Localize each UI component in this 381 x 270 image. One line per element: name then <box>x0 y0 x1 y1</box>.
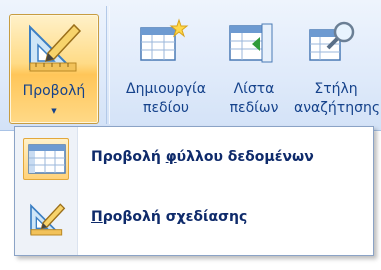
menu-item-icon-box <box>23 198 69 240</box>
ribbon: Προβολή ▼ Δημιουργία πεδίου Λίστα πεδίων… <box>0 0 381 131</box>
view-button[interactable]: Προβολή ▼ <box>9 14 99 124</box>
field-list-label-line1: Λίστα <box>233 81 275 97</box>
group-divider-highlight <box>109 6 110 124</box>
accelerator-key: φ <box>165 149 177 165</box>
accelerator-key: Π <box>91 209 103 225</box>
lookup-column-button[interactable]: Στήλη αναζήτησης <box>292 14 381 124</box>
datasheet-view-icon <box>28 144 66 174</box>
new-field-icon <box>140 18 189 61</box>
label-prefix: Προβολή <box>91 149 166 165</box>
field-list-icon <box>229 23 273 63</box>
label-rest: ύλλου δεδομένων <box>176 149 314 165</box>
lookup-column-label-line1: Στήλη <box>314 81 358 97</box>
field-list-label: Λίστα πεδίων <box>218 80 290 118</box>
menu-item-design-view-label: Προβολή σχεδίασης <box>91 209 247 225</box>
field-list-label-line2: πεδίων <box>229 100 279 116</box>
new-field-button[interactable]: Δημιουργία πεδίου <box>115 14 217 124</box>
group-divider <box>106 6 107 124</box>
view-dropdown-menu: Προβολή φύλλου δεδομένων Προβολή σχεδίασ… <box>14 126 374 256</box>
field-list-button[interactable]: Λίστα πεδίων <box>218 14 290 124</box>
design-view-icon <box>29 23 82 72</box>
new-field-label-line2: πεδίου <box>143 100 189 116</box>
label-rest: ροβολή σχεδίασης <box>102 209 248 225</box>
lookup-column-label: Στήλη αναζήτησης <box>294 80 381 118</box>
new-field-label: Δημιουργία πεδίου <box>115 80 217 118</box>
lookup-column-icon <box>309 21 355 61</box>
lookup-column-label-line2: αναζήτησης <box>294 100 381 116</box>
menu-item-datasheet-view[interactable]: Προβολή φύλλου δεδομένων <box>21 135 366 183</box>
menu-item-design-view[interactable]: Προβολή σχεδίασης <box>21 195 366 243</box>
new-field-label-line1: Δημιουργία <box>126 81 206 97</box>
chevron-down-icon: ▼ <box>51 107 57 115</box>
design-view-icon <box>30 203 66 236</box>
view-button-label: Προβολή <box>22 83 86 99</box>
menu-item-datasheet-view-label: Προβολή φύλλου δεδομένων <box>91 149 314 165</box>
menu-item-icon-box <box>23 138 69 180</box>
